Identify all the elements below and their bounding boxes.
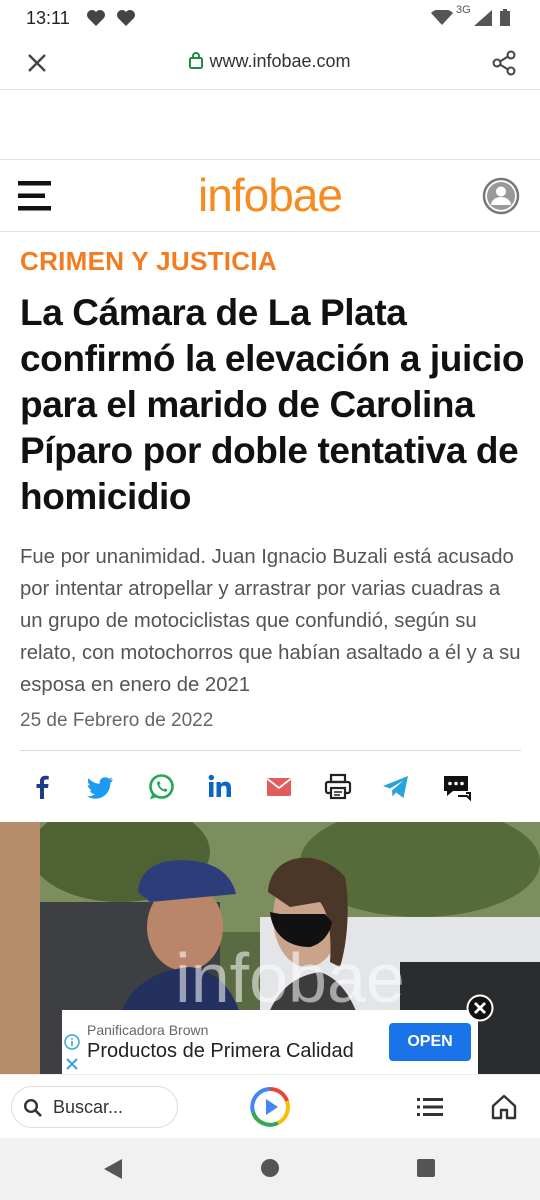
ad-advertiser: Panificadora Brown (87, 1022, 209, 1038)
ad-info-icon[interactable] (64, 1034, 80, 1050)
article-subtitle: Fue por unanimidad. Juan Ignacio Buzali … (20, 546, 521, 696)
system-nav-bar (0, 1138, 540, 1200)
facebook-icon[interactable] (27, 772, 57, 802)
ad-banner[interactable]: Panificadora Brown Productos de Primera … (62, 1010, 478, 1074)
linkedin-icon[interactable] (205, 772, 235, 802)
url-text: www.infobae.com (209, 51, 351, 71)
status-bar: 13:11 3G (0, 0, 540, 36)
ad-dismiss-icon[interactable] (466, 994, 494, 1022)
wifi-icon (431, 10, 453, 25)
ad-placeholder (0, 90, 540, 160)
heart-icon (87, 10, 105, 26)
photo-watermark: infobae (175, 939, 405, 1017)
ad-title[interactable]: Productos de Primera Calidad (87, 1040, 354, 1063)
google-assistant-icon[interactable] (250, 1087, 290, 1127)
heart-icon (117, 10, 135, 26)
url-display[interactable]: www.infobae.com (0, 51, 540, 72)
share-icon[interactable] (490, 49, 518, 77)
status-time: 13:11 (26, 8, 70, 28)
browser-toolbar: www.infobae.com (0, 36, 540, 90)
section-label[interactable]: CRIMEN Y JUSTICIA (20, 246, 277, 277)
article-date: 25 de Febrero de 2022 (20, 710, 214, 731)
site-header: infobae (0, 160, 540, 232)
print-icon[interactable] (323, 772, 353, 802)
network-type: 3G (456, 4, 471, 16)
article-headline: La Cámara de La Plata confirmó la elevac… (20, 292, 525, 517)
email-icon[interactable] (264, 772, 294, 802)
twitter-icon[interactable] (86, 772, 116, 802)
bottom-toolbar: Buscar... (0, 1074, 540, 1138)
search-box[interactable]: Buscar... (11, 1086, 178, 1128)
divider (20, 750, 521, 751)
lock-icon (189, 52, 204, 69)
whatsapp-icon[interactable] (146, 772, 176, 802)
search-icon (23, 1098, 42, 1117)
ad-open-button[interactable]: OPEN (389, 1023, 471, 1061)
search-placeholder: Buscar... (53, 1097, 124, 1117)
back-icon[interactable] (103, 1158, 123, 1180)
site-logo[interactable]: infobae (0, 168, 540, 222)
user-account-icon[interactable] (482, 177, 520, 215)
ad-close-icon[interactable] (64, 1056, 80, 1072)
home-button-icon[interactable] (260, 1158, 280, 1178)
telegram-icon[interactable] (381, 772, 411, 802)
home-icon[interactable] (491, 1094, 517, 1120)
signal-icon (474, 10, 492, 26)
battery-icon (500, 9, 510, 26)
comments-icon[interactable] (442, 772, 472, 802)
recents-icon[interactable] (416, 1158, 436, 1178)
list-icon[interactable] (417, 1097, 443, 1117)
